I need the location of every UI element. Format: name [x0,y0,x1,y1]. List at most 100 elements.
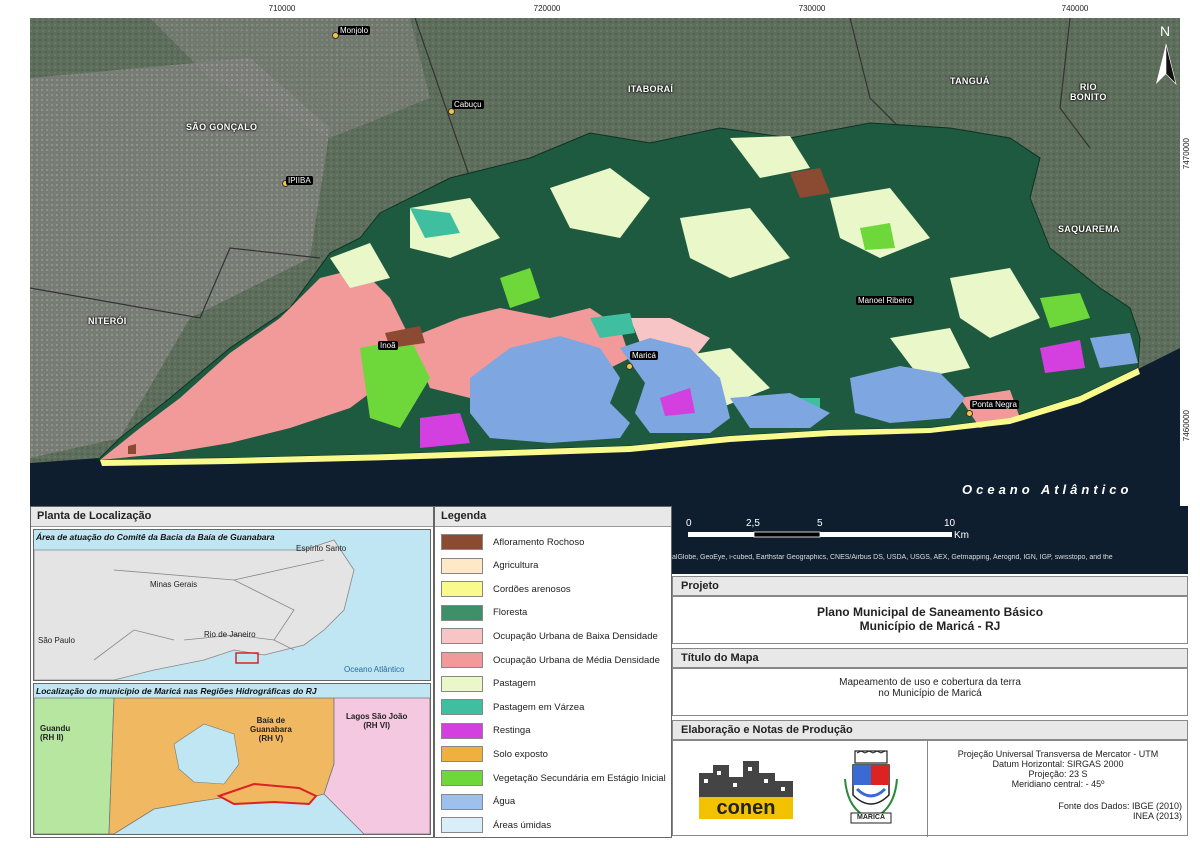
info-panel: 0 2,5 5 10 Km alGlobe, GeoEye, i-cubed, … [672,506,1188,837]
legend-label: Água [493,796,516,808]
legend-item: Áreas úmidas [441,816,551,834]
x-coord-label: 720000 [533,4,561,13]
place-marica: Maricá [630,351,659,360]
place-monjolo: Monjolo [338,26,371,35]
legend-item: Afloramento Rochoso [441,533,584,551]
production-box: conen MARICÁ Projeção Universal Transver… [672,740,1188,837]
project-heading: Projeto [672,576,1188,596]
legend-item: Ocupação Urbana de Baixa Densidade [441,627,658,645]
sources-line1: Fonte dos Dados: IBGE (2010) [1058,801,1182,811]
state-label: Espírito Santo [296,544,347,553]
legend-item: Água [441,793,515,811]
legend-swatch [441,817,483,834]
production-notes: Projeção Universal Transversa de Mercato… [927,741,1188,837]
place-inoa: Inoã [378,341,398,350]
region-label: Lagos São João (RH VI) [346,712,408,730]
map-svg [30,18,1180,506]
legend-swatch [441,746,483,763]
conen-logo: conen [695,759,799,821]
ocean-label: Oceano Atlântico [962,482,1133,497]
legend-label: Agricultura [493,560,539,572]
meridian-text: Meridiano central: - 45º [1011,779,1105,789]
attribution-text: alGlobe, GeoEye, i-cubed, Earthstar Geog… [672,554,1113,561]
place-itaborai: ITABORAÍ [628,84,674,94]
y-coord-label: 7460000 [1182,410,1191,442]
scale-tick: 2,5 [746,518,760,529]
legend-item: Floresta [441,604,527,622]
legend-label: Ocupação Urbana de Baixa Densidade [493,630,658,642]
top-coordinate-bar: 710000 720000 730000 740000 [0,0,1200,18]
place-niteroi: NITERÓI [88,316,127,326]
legend-swatch [441,581,483,598]
state-label: Rio de Janeiro [204,630,256,639]
place-manoel-ribeiro: Manoel Ribeiro [856,296,914,305]
right-coordinate-bar: 7470000 7460000 [1180,18,1200,506]
legend-swatch [441,557,483,574]
location-panel-title: Planta de Localização [31,507,433,527]
location-map-regions[interactable]: Localização do município de Maricá nas R… [33,683,431,835]
location-map1-title: Área de atuação do Comitê da Bacia da Ba… [36,532,275,542]
legend-item: Pastagem em Várzea [441,698,584,716]
state-label: Minas Gerais [150,580,198,589]
legend-item: Restinga [441,722,531,740]
state-label: São Paulo [38,636,75,645]
place-saquarema: SAQUAREMA [1058,224,1120,234]
location-map-brazil[interactable]: Área de atuação do Comitê da Bacia da Ba… [33,529,431,681]
zone-text: Projeção: 23 S [1028,769,1088,779]
legend-item: Ocupação Urbana de Média Densidade [441,651,660,669]
place-rio-bonito: RIO BONITO [1070,82,1107,102]
x-coord-label: 740000 [1061,4,1089,13]
project-box: Plano Municipal de Saneamento Básico Mun… [672,596,1188,644]
marica-coat-of-arms-icon: MARICÁ [843,749,899,831]
map-title-heading: Título do Mapa [672,648,1188,668]
place-sao-goncalo: SÃO GONÇALO [186,122,258,132]
place-dot [966,410,973,417]
legend-label: Solo exposto [493,748,548,760]
legend-label: Restinga [493,725,531,737]
map-title-line1: Mapeamento de uso e cobertura da terra [839,677,1021,688]
svg-text:N: N [1160,23,1170,39]
region-label: Baía de Guanabara (RH V) [250,716,292,743]
legend-swatch [441,628,483,645]
legend-swatch [441,793,483,810]
project-line2: Município de Maricá - RJ [859,619,1001,633]
legend-item: Agricultura [441,557,538,575]
map-canvas[interactable]: Monjolo SÃO GONÇALO Cabuçu ITABORAÍ TANG… [30,18,1180,506]
legend-swatch [441,770,483,786]
legend-swatch [441,534,483,550]
legend-item: Solo exposto [441,745,548,763]
region-guandu [34,697,115,834]
scale-tick: 5 [817,518,823,529]
y-coord-label: 7470000 [1182,138,1191,170]
x-coord-label: 730000 [798,4,826,13]
legend-label: Ocupação Urbana de Média Densidade [493,654,660,666]
map-title-line2: no Município de Maricá [878,688,982,699]
legend-label: Pastagem [493,678,536,690]
legend-title: Legenda [435,507,671,527]
legend-swatch [441,604,483,621]
legend-label: Vegetação Secundária em Estágio Inicial [493,772,666,784]
sources-line2: INEA (2013) [1132,811,1182,821]
legend-swatch [441,675,483,692]
datum-text: Datum Horizontal: SIRGAS 2000 [992,759,1124,769]
region-label: Guandu (RH II) [40,724,71,742]
legend-swatch [441,652,483,668]
ocean-label-small: Oceano Atlântico [344,665,405,674]
scale-tick: 10 [944,518,956,529]
conen-logo-text: conen [699,797,793,819]
map-title-box: Mapeamento de uso e cobertura da terra n… [672,668,1188,716]
location-panel: Planta de Localização Área de atuação do… [30,506,434,838]
project-line1: Plano Municipal de Saneamento Básico [816,605,1044,619]
location-map2-title: Localização do município de Maricá nas R… [36,686,317,696]
scale-tick: 0 [686,518,692,529]
legend-swatch [441,722,483,739]
place-tangua: TANGUÁ [950,76,990,86]
area-highlight [235,652,259,664]
seal-text: MARICÁ [857,814,885,821]
legend-label: Pastagem em Várzea [493,701,585,713]
place-ponta-negra: Ponta Negra [970,400,1019,409]
projection-text: Projeção Universal Transversa de Mercato… [957,749,1159,759]
place-ipiiba: IPIIBA [286,176,313,185]
legend-item: Cordões arenosos [441,580,571,598]
place-cabucu: Cabuçu [452,100,484,109]
